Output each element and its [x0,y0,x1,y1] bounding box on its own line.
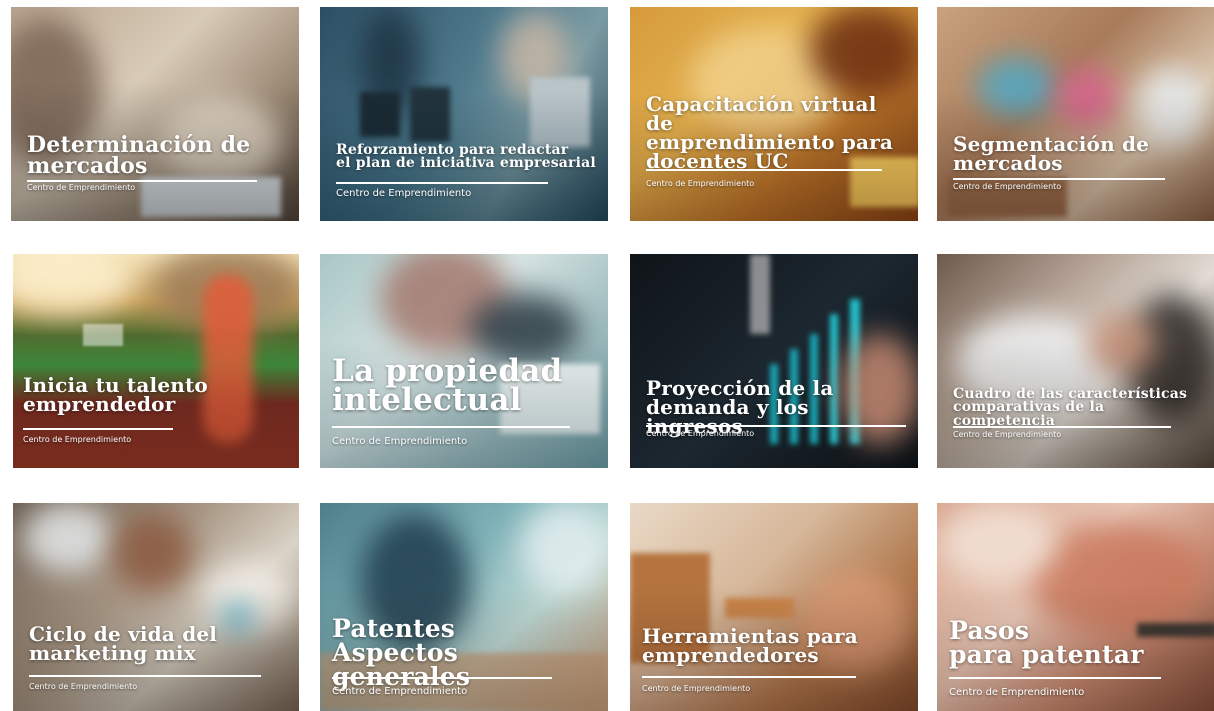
course-subtitle: Centro de Emprendimiento [646,179,755,188]
course-title: La propiedad intelectual [332,353,563,419]
course-title: Determinación de mercados [27,132,251,179]
title-divider [953,178,1165,180]
course-title: Proyección de la demanda y los ingresos [646,376,834,438]
course-card-propiedad-intelectual[interactable]: La propiedad intelectual Centro de Empre… [320,254,608,468]
course-title: Herramientas para emprendedores [642,624,858,667]
course-card-segmentacion-de-mercados[interactable]: Segmentación de mercados Centro de Empre… [937,7,1214,221]
title-divider [646,169,882,171]
course-subtitle: Centro de Emprendimiento [949,687,1085,698]
title-divider [332,677,552,679]
course-grid: Determinación de mercados Centro de Empr… [0,0,1214,711]
course-card-herramientas[interactable]: Herramientas para emprendedores Centro d… [630,503,918,711]
course-card-pasos-para-patentar[interactable]: Pasos para patentar Centro de Emprendimi… [937,503,1214,711]
title-divider [336,182,548,184]
title-divider [642,676,856,678]
title-divider [332,426,570,428]
course-card-inicia-tu-talento[interactable]: Inicia tu talento emprendedor Centro de … [13,254,299,468]
course-card-determinacion-de-mercados[interactable]: Determinación de mercados Centro de Empr… [11,7,299,221]
course-title: Reforzamiento para redactar el plan de i… [336,142,596,172]
course-subtitle: Centro de Emprendimiento [953,430,1062,439]
course-subtitle: Centro de Emprendimiento [27,183,136,192]
course-card-patentes-aspectos[interactable]: Patentes Aspectos generales Centro de Em… [320,503,608,711]
title-divider [949,677,1161,679]
title-divider [953,426,1171,428]
course-title: Segmentación de mercados [953,132,1150,175]
course-subtitle: Centro de Emprendimiento [332,686,468,697]
title-divider [29,675,261,677]
course-title: Ciclo de vida del marketing mix [29,622,218,665]
course-subtitle: Centro de Emprendimiento [953,182,1062,191]
course-title: Inicia tu talento emprendedor [23,373,208,416]
course-subtitle: Centro de Emprendimiento [332,436,468,447]
course-subtitle: Centro de Emprendimiento [29,682,138,691]
course-subtitle: Centro de Emprendimiento [646,429,755,438]
title-divider [27,180,257,182]
course-subtitle: Centro de Emprendimiento [642,684,751,693]
course-card-ciclo-de-vida[interactable]: Ciclo de vida del marketing mix Centro d… [13,503,299,711]
course-title: Pasos para patentar [949,616,1144,669]
title-divider [23,428,173,430]
course-card-proyeccion-demanda[interactable]: Proyección de la demanda y los ingresos … [630,254,918,468]
course-title: Cuadro de las características comparativ… [953,386,1188,429]
course-card-cuadro-competencia[interactable]: Cuadro de las características comparativ… [937,254,1214,468]
course-title: Capacitación virtual de emprendimiento p… [646,92,894,173]
course-card-capacitacion-virtual[interactable]: Capacitación virtual de emprendimiento p… [630,7,918,221]
title-divider [646,425,906,427]
course-subtitle: Centro de Emprendimiento [23,435,132,444]
course-card-reforzamiento-plan[interactable]: Reforzamiento para redactar el plan de i… [320,7,608,221]
course-subtitle: Centro de Emprendimiento [336,188,472,199]
